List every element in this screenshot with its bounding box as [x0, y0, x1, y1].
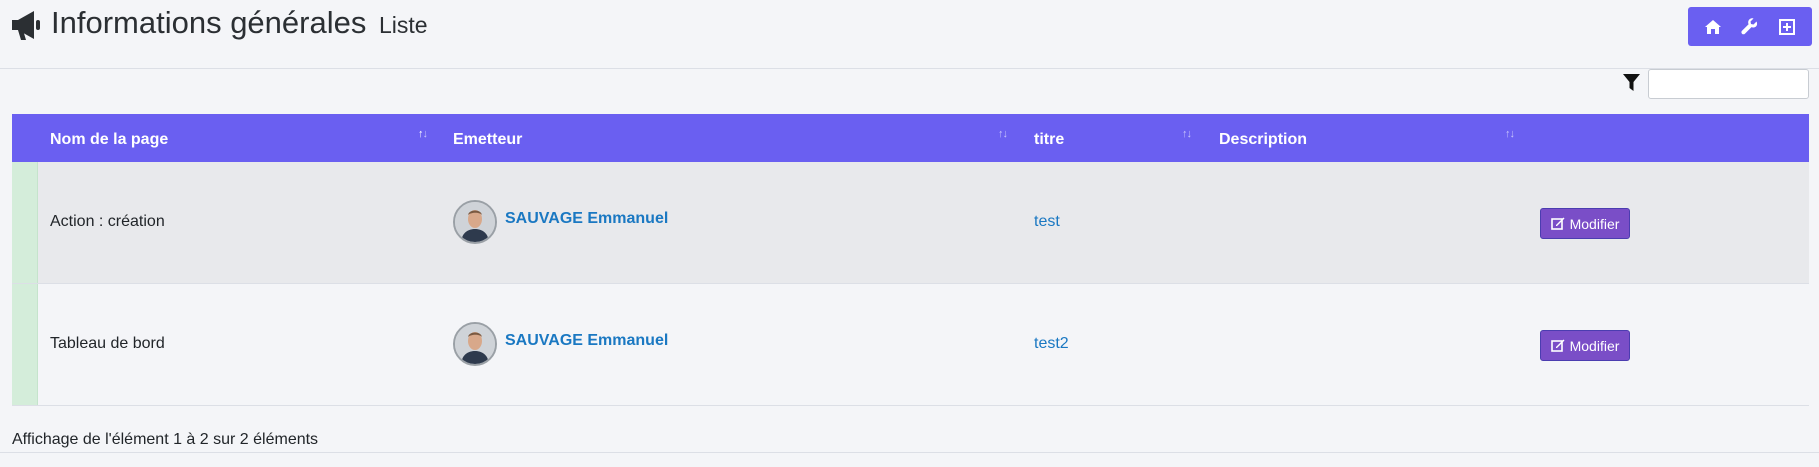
- sort-icon[interactable]: ↑↓: [998, 128, 1008, 140]
- page-name-cell: Action : création: [50, 213, 165, 230]
- edit-button[interactable]: Modifier: [1540, 208, 1630, 239]
- avatar-photo: [455, 202, 495, 242]
- toolbar: [1688, 7, 1812, 46]
- table-info: Affichage de l'élément 1 à 2 sur 2 éléme…: [12, 431, 319, 448]
- row-status-marker: [12, 284, 38, 405]
- sort-icon[interactable]: ↑↓: [1182, 128, 1192, 140]
- edit-icon: [1550, 339, 1565, 352]
- settings-button[interactable]: [1737, 14, 1763, 40]
- column-header-page[interactable]: Nom de la page: [50, 131, 168, 149]
- add-button[interactable]: [1774, 14, 1800, 40]
- table-row: Action : création SAUVAGE Emmanuel test …: [12, 162, 1809, 284]
- edit-button-label: Modifier: [1569, 215, 1620, 232]
- author-link[interactable]: SAUVAGE Emmanuel: [505, 210, 668, 228]
- edit-button-label: Modifier: [1569, 337, 1620, 354]
- title-link[interactable]: test2: [1034, 335, 1069, 353]
- divider: [0, 452, 1819, 453]
- page-title: Informations générales Liste: [51, 5, 428, 41]
- filter-input[interactable]: [1648, 69, 1809, 99]
- edit-icon: [1550, 217, 1565, 230]
- author-link[interactable]: SAUVAGE Emmanuel: [505, 332, 668, 350]
- table-header: Nom de la page ↑↓ Emetteur ↑↓ titre ↑↓ D…: [12, 114, 1809, 162]
- megaphone-icon: [12, 11, 40, 40]
- table-row: Tableau de bord SAUVAGE Emmanuel test2 M…: [12, 284, 1809, 406]
- wrench-icon: [1741, 18, 1758, 35]
- avatar-photo: [455, 324, 495, 364]
- plus-square-icon: [1779, 18, 1796, 35]
- column-header-emetteur[interactable]: Emetteur: [453, 131, 522, 149]
- title-link[interactable]: test: [1034, 213, 1060, 231]
- home-icon: [1704, 19, 1721, 34]
- page-subtitle: Liste: [378, 12, 428, 38]
- data-table: Nom de la page ↑↓ Emetteur ↑↓ titre ↑↓ D…: [12, 114, 1809, 406]
- sort-icon[interactable]: ↑↓: [1505, 128, 1515, 140]
- row-status-marker: [12, 162, 38, 283]
- avatar: [453, 322, 497, 366]
- home-button[interactable]: [1700, 14, 1726, 40]
- page-header: Informations générales Liste: [0, 0, 1819, 69]
- column-header-titre[interactable]: titre: [1034, 131, 1064, 149]
- page-title-text: Informations générales: [51, 5, 367, 40]
- column-header-description[interactable]: Description: [1219, 131, 1307, 149]
- sort-icon[interactable]: ↑↓: [418, 128, 428, 140]
- avatar: [453, 200, 497, 244]
- filter-icon: [1623, 74, 1640, 91]
- edit-button[interactable]: Modifier: [1540, 330, 1630, 361]
- page-name-cell: Tableau de bord: [50, 335, 165, 352]
